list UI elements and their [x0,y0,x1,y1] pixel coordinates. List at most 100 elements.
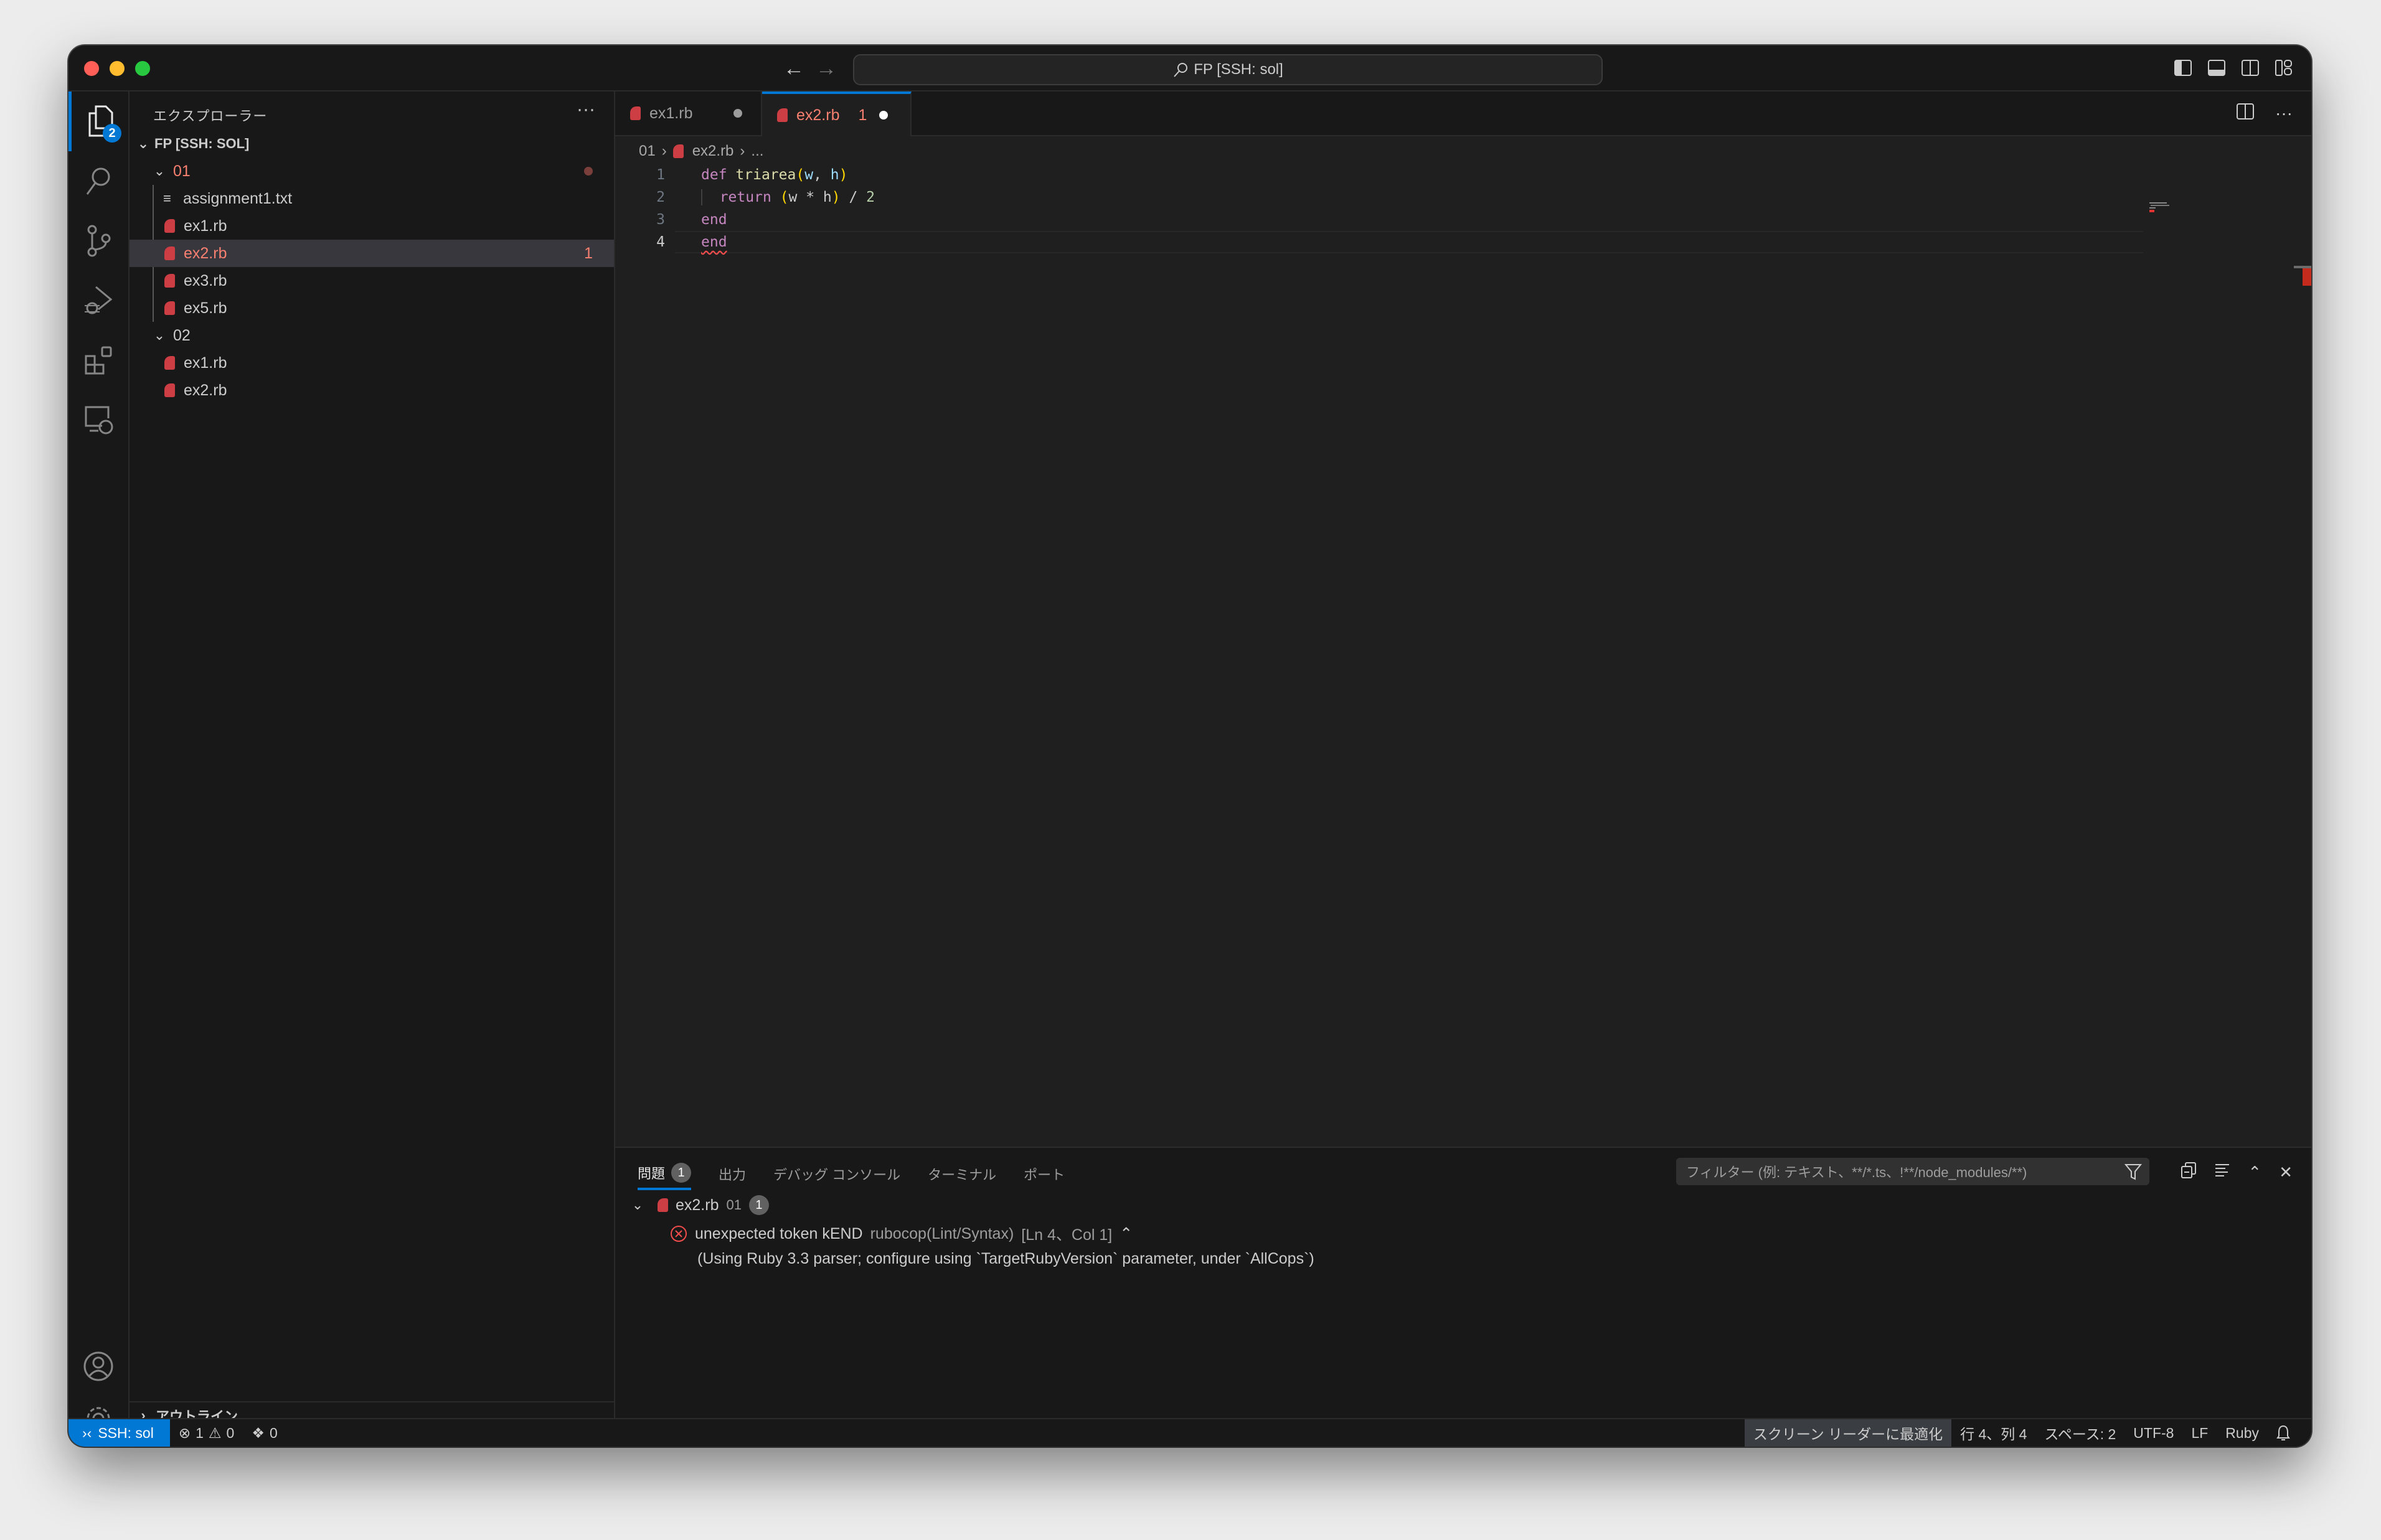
ruby-file-icon [630,106,641,120]
more-actions-icon[interactable]: ··· [2275,103,2293,123]
problem-file-name: ex2.rb [676,1196,719,1214]
tab-terminal[interactable]: ターミナル [928,1158,996,1190]
split-editor-icon[interactable] [2237,103,2255,123]
command-center-label: FP [SSH: sol] [1194,61,1283,78]
breadcrumb-folder[interactable]: 01 [639,143,656,160]
activity-explorer[interactable]: 2 [68,92,128,151]
tab-label: 出力 [719,1167,747,1183]
screen-reader-optimized[interactable]: スクリーン リーダーに最適化 [1744,1419,1952,1447]
activity-source-control[interactable] [68,211,128,271]
cursor-position[interactable]: 行 4、列 4 [1951,1419,2035,1447]
line-number: 2 [656,189,665,205]
unsaved-dot-icon[interactable] [733,109,743,118]
workspace-root[interactable]: ⌄ FP [SSH: SOL] [130,130,614,157]
token: w * h [788,189,832,205]
extensions-icon [85,346,112,375]
activity-remote-explorer[interactable] [68,390,128,450]
remote-indicator[interactable]: ›‹ SSH: sol [68,1419,170,1447]
collapse-all-icon[interactable] [2181,1162,2197,1183]
tab-label: デバッグ コンソール [773,1167,901,1183]
tree-file[interactable]: ex1.rb [130,349,614,377]
arrow-right-icon[interactable]: → [816,57,837,81]
problems-filter-input[interactable]: フィルター (例: テキスト、**/*.ts、!**/node_modules/… [1676,1158,2149,1185]
toggle-secondary-sidebar-icon[interactable] [2242,59,2259,77]
activity-extensions[interactable] [68,331,128,390]
tab-ex2-rb[interactable]: ex2.rb 1 [762,92,912,136]
token: ) [831,189,841,205]
filter-placeholder: フィルター (例: テキスト、**/*.ts、!**/node_modules/… [1686,1165,2027,1180]
tree-folder-01[interactable]: ⌄ 01 [130,157,614,185]
activity-run-debug[interactable] [68,271,128,331]
problem-file-count: 1 [748,1195,769,1215]
tab-ex1-rb[interactable]: ex1.rb [615,92,762,135]
breadcrumb-symbol[interactable]: ... [751,143,763,160]
tab-label: 問題 [638,1166,666,1181]
breadcrumb: 01 › ex2.rb › ... [639,143,763,160]
file-label: ex1.rb [184,217,227,235]
problems-status[interactable]: ⊗ 1 ⚠ 0 [170,1419,243,1447]
ruby-file-icon [164,246,175,260]
file-label: ex5.rb [184,299,227,317]
filter-icon[interactable] [2124,1163,2143,1184]
tab-problems[interactable]: 問題 1 [638,1158,692,1190]
editor-area: ex1.rb ex2.rb 1 ··· 01 › ex2.rb › ... 1 … [615,92,2311,1419]
customize-layout-icon[interactable] [2275,59,2293,77]
encoding[interactable]: UTF-8 [2124,1419,2182,1447]
tree-file-selected[interactable]: ex2.rb 1 [130,240,614,267]
chevron-up-icon[interactable]: ⌃ [1120,1224,1133,1243]
tree-file[interactable]: ≡ assignment1.txt [130,185,614,212]
token: end [701,212,727,228]
close-panel-icon[interactable]: ✕ [2279,1163,2293,1182]
scrollbar-error-marker[interactable] [2303,268,2311,286]
code-line: 4 end [615,231,2311,253]
problem-file-row[interactable]: ⌄ ex2.rb 01 1 [630,1195,769,1215]
token: ( [780,189,789,205]
remote-icon: ›‹ [82,1424,92,1441]
bottom-panel: 問題 1 出力 デバッグ コンソール ターミナル ポート フィルター (例: テ… [615,1147,2311,1419]
activity-search[interactable] [68,151,128,211]
tab-label: ターミナル [928,1167,997,1183]
tree-file[interactable]: ex2.rb [130,377,614,404]
line-number: 4 [656,234,665,250]
ruby-file-icon [658,1198,668,1212]
problem-item[interactable]: unexpected token kEND rubocop(Lint/Synta… [670,1223,1133,1245]
more-actions-icon[interactable]: ··· [577,99,595,120]
code-editor[interactable]: 1 def triarea(w, h) 2 return (w * h) / 2… [615,164,2311,253]
toggle-primary-sidebar-icon[interactable] [2174,59,2192,77]
folder-label: 02 [173,326,191,344]
breadcrumb-file[interactable]: ex2.rb [692,143,734,160]
line-number: 3 [656,212,665,228]
title-bar: ← → FP [SSH: sol] [68,45,2311,92]
maximize-panel-icon[interactable]: ⌃ [2248,1163,2261,1182]
chevron-down-icon: ⌄ [137,136,149,151]
close-window-button[interactable] [84,61,99,76]
arrow-left-icon[interactable]: ← [783,57,804,81]
zoom-window-button[interactable] [135,61,150,76]
tab-ports[interactable]: ポート [1024,1158,1065,1190]
token: return [719,189,771,205]
ports-status[interactable]: ❖ 0 [243,1419,286,1447]
tab-output[interactable]: 出力 [719,1158,746,1190]
tree-file[interactable]: ex3.rb [130,267,614,294]
minimap[interactable] [2149,202,2187,215]
tab-debug-console[interactable]: デバッグ コンソール [773,1158,900,1190]
bell-icon[interactable] [2268,1419,2299,1447]
token: triarea [735,167,796,183]
indentation[interactable]: スペース: 2 [2035,1419,2124,1447]
status-bar: ›‹ SSH: sol ⊗ 1 ⚠ 0 ❖ 0 スクリーン リーダーに最適化 行… [68,1418,2311,1447]
ruby-file-icon [164,356,175,370]
text-file-icon: ≡ [163,190,171,206]
minimize-window-button[interactable] [110,61,125,76]
unsaved-dot-icon[interactable] [879,111,889,120]
command-center[interactable]: FP [SSH: sol] [853,54,1603,85]
error-icon: ⊗ [178,1424,191,1441]
activity-accounts[interactable] [68,1336,128,1396]
end-of-line[interactable]: LF [2182,1419,2217,1447]
tree-file[interactable]: ex5.rb [130,294,614,322]
language-mode[interactable]: Ruby [2217,1419,2268,1447]
toggle-panel-icon[interactable] [2208,59,2225,77]
view-as-list-icon[interactable] [2214,1162,2230,1183]
ruby-file-icon [164,301,175,315]
tree-folder-02[interactable]: ⌄ 02 [130,322,614,349]
tree-file[interactable]: ex1.rb [130,212,614,240]
